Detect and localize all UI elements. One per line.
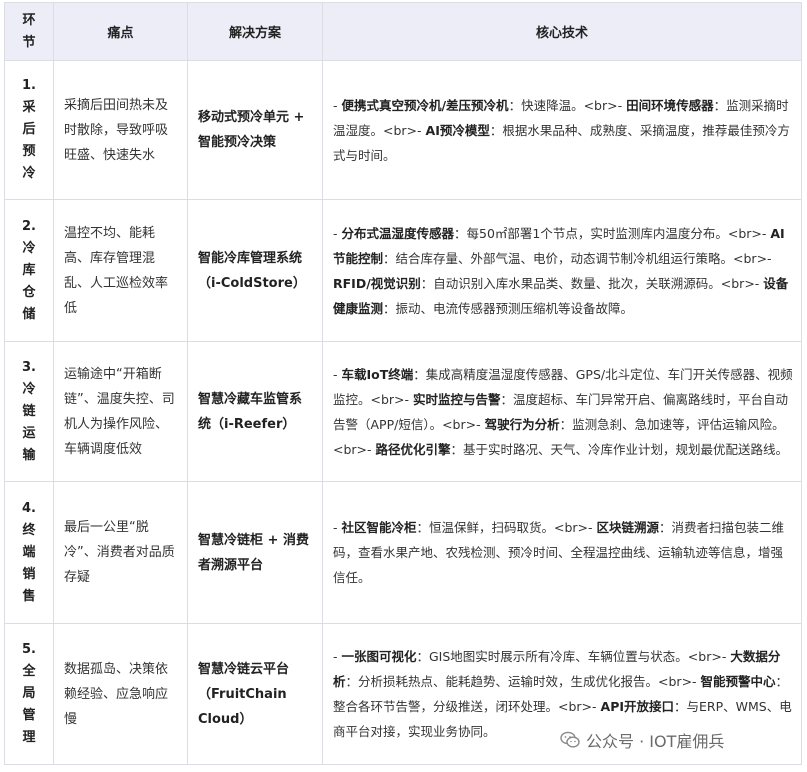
stage-number: 1. bbox=[22, 78, 36, 93]
table-row: 4. 终端销售 最后一公里“脱冷”、消费者对品质存疑 智慧冷链柜 + 消费者溯源平台 -… bbox=[4, 481, 802, 624]
stage-char: 输 bbox=[22, 447, 36, 463]
tech-term: 驾驶行为分析 bbox=[484, 416, 560, 432]
stage-char: 全 bbox=[22, 664, 36, 679]
stage-number: 4. bbox=[22, 500, 36, 516]
header-solution: 解决方案 bbox=[187, 2, 323, 61]
tech-description: ：基于实时路况、天气、冷库作业计划，规划最优配送路线。 bbox=[450, 441, 789, 457]
solution-cell: 智慧冷藏车监管系统（i-Reefer） bbox=[187, 341, 323, 482]
tech-description: ：GIS地图实时展示所有冷库、车辆位置与状态。<br>- bbox=[416, 649, 731, 664]
stage-char: 链 bbox=[22, 403, 36, 419]
header-stage: 环节 bbox=[4, 2, 54, 61]
solution-cell: 智能冷库管理系统（i-ColdStore） bbox=[187, 199, 323, 342]
stage-cell: 5. 全局管理 bbox=[4, 623, 54, 765]
stage-char: 库 bbox=[22, 262, 36, 278]
tech-term: 路径优化引擎 bbox=[375, 441, 451, 457]
stage-char: 冷 bbox=[22, 240, 36, 256]
tech-term: 实时监控与告警 bbox=[413, 391, 501, 407]
tech-term: AI预冷模型 bbox=[425, 122, 490, 138]
pain-cell: 采摘后田间热未及时散除，导致呼吸旺盛、快速失水 bbox=[53, 60, 188, 200]
stage-char: 仓 bbox=[22, 284, 36, 300]
stage-number: 3. bbox=[22, 359, 36, 375]
stage-char: 终 bbox=[22, 522, 36, 538]
tech-description: ：振动、电流传感器预测压缩机等设备故障。 bbox=[383, 300, 634, 316]
tech-cell: - 车载IoT终端：集成高精度温湿度传感器、GPS/北斗定位、车门开关传感器、视… bbox=[322, 341, 802, 482]
tech-description: ：快速降温。<br>- bbox=[508, 97, 627, 113]
header-row: 环节 痛点 解决方案 核心技术 bbox=[4, 2, 802, 61]
stage-char: 运 bbox=[22, 425, 36, 441]
tech-term: 田间环境传感器 bbox=[626, 97, 714, 113]
stage-cell: 1. 采后预冷 bbox=[4, 60, 54, 200]
tech-description: ：分析损耗热点、能耗趋势、运输时效，生成优化报告。<br>- bbox=[345, 674, 701, 689]
tech-term: 便携式真空预冷机/差压预冷机 bbox=[341, 97, 509, 113]
table-row: 1. 采后预冷 采摘后田间热未及时散除，导致呼吸旺盛、快速失水 移动式预冷单元 + 智… bbox=[4, 60, 802, 200]
solution-cell: 智慧冷链云平台（FruitChain Cloud） bbox=[187, 623, 323, 765]
stage-char: 冷 bbox=[22, 381, 36, 397]
tech-term: 社区智能冷柜 bbox=[341, 520, 417, 535]
tech-term: 区块链溯源 bbox=[596, 520, 660, 535]
watermark: 公众号 · IOT雇佣兵 bbox=[560, 728, 725, 752]
cold-chain-table: 环节 痛点 解决方案 核心技术 1. 采后预冷采摘后田间热未及时散除，导致呼吸旺盛… bbox=[4, 2, 802, 765]
tech-term: 一张图可视化 bbox=[341, 649, 417, 664]
stage-number: 5. bbox=[22, 642, 36, 657]
tech-description: ：结合库存量、外部气温、电价，动态调节制冷机组运行策略。<br>- bbox=[383, 250, 772, 266]
table-row: 3. 冷链运输 运输途中“开箱断链”、温度失控、司机人为操作风险、车辆调度低效 智慧冷… bbox=[4, 341, 802, 482]
solution-cell: 智慧冷链柜 + 消费者溯源平台 bbox=[187, 481, 323, 624]
header-tech: 核心技术 bbox=[322, 2, 802, 61]
stage-number: 2. bbox=[22, 218, 36, 234]
header-pain: 痛点 bbox=[53, 2, 188, 61]
header-stage-label: 环节 bbox=[22, 12, 36, 50]
tech-cell: - 分布式温湿度传感器：每50㎡部署1个节点，实时监测库内温度分布。<br>- … bbox=[322, 199, 802, 342]
table-row: 2. 冷库仓储 温控不均、能耗高、库存管理混乱、人工巡检效率低 智能冷库管理系统（i-… bbox=[4, 199, 802, 342]
tech-term: API开放接口 bbox=[600, 699, 675, 714]
tech-description: ：每50㎡部署1个节点，实时监测库内温度分布。<br>- bbox=[454, 225, 771, 241]
stage-char: 端 bbox=[22, 544, 36, 560]
pain-cell: 数据孤岛、决策依赖经验、应急响应慢 bbox=[53, 623, 188, 765]
stage-cell: 2. 冷库仓储 bbox=[4, 199, 54, 342]
wechat-icon bbox=[560, 731, 580, 748]
tech-description: ：恒温保鲜，扫码取货。<br>- bbox=[416, 520, 597, 535]
solution-cell: 移动式预冷单元 + 智能预冷决策 bbox=[187, 60, 323, 200]
stage-char: 采 bbox=[22, 100, 36, 115]
pain-cell: 运输途中“开箱断链”、温度失控、司机人为操作风险、车辆调度低效 bbox=[53, 341, 188, 482]
tech-term: RFID/视觉识别 bbox=[333, 275, 421, 291]
stage-char: 冷 bbox=[22, 166, 36, 181]
stage-char: 理 bbox=[22, 730, 36, 745]
pain-cell: 最后一公里“脱冷”、消费者对品质存疑 bbox=[53, 481, 188, 624]
stage-char: 管 bbox=[22, 708, 36, 723]
watermark-text: 公众号 · IOT雇佣兵 bbox=[586, 732, 725, 751]
tech-cell: - 便携式真空预冷机/差压预冷机：快速降温。<br>- 田间环境传感器：监测采摘… bbox=[322, 60, 802, 200]
tech-term: 车载IoT终端 bbox=[341, 366, 414, 382]
pain-cell: 温控不均、能耗高、库存管理混乱、人工巡检效率低 bbox=[53, 199, 188, 342]
tech-description: ：自动识别入库水果品类、数量、批次，关联溯源码。<br>- bbox=[420, 275, 764, 291]
stage-cell: 4. 终端销售 bbox=[4, 481, 54, 624]
stage-char: 储 bbox=[22, 306, 36, 322]
stage-char: 售 bbox=[22, 588, 36, 604]
stage-char: 销 bbox=[22, 566, 36, 582]
tech-term: 分布式温湿度传感器 bbox=[341, 225, 454, 241]
stage-char: 后 bbox=[22, 122, 36, 137]
tech-term: 智能预警中心 bbox=[700, 674, 776, 689]
tech-cell: - 社区智能冷柜：恒温保鲜，扫码取货。<br>- 区块链溯源：消费者扫描包装二维… bbox=[322, 481, 802, 624]
stage-cell: 3. 冷链运输 bbox=[4, 341, 54, 482]
stage-char: 预 bbox=[22, 144, 36, 159]
stage-char: 局 bbox=[22, 686, 36, 701]
